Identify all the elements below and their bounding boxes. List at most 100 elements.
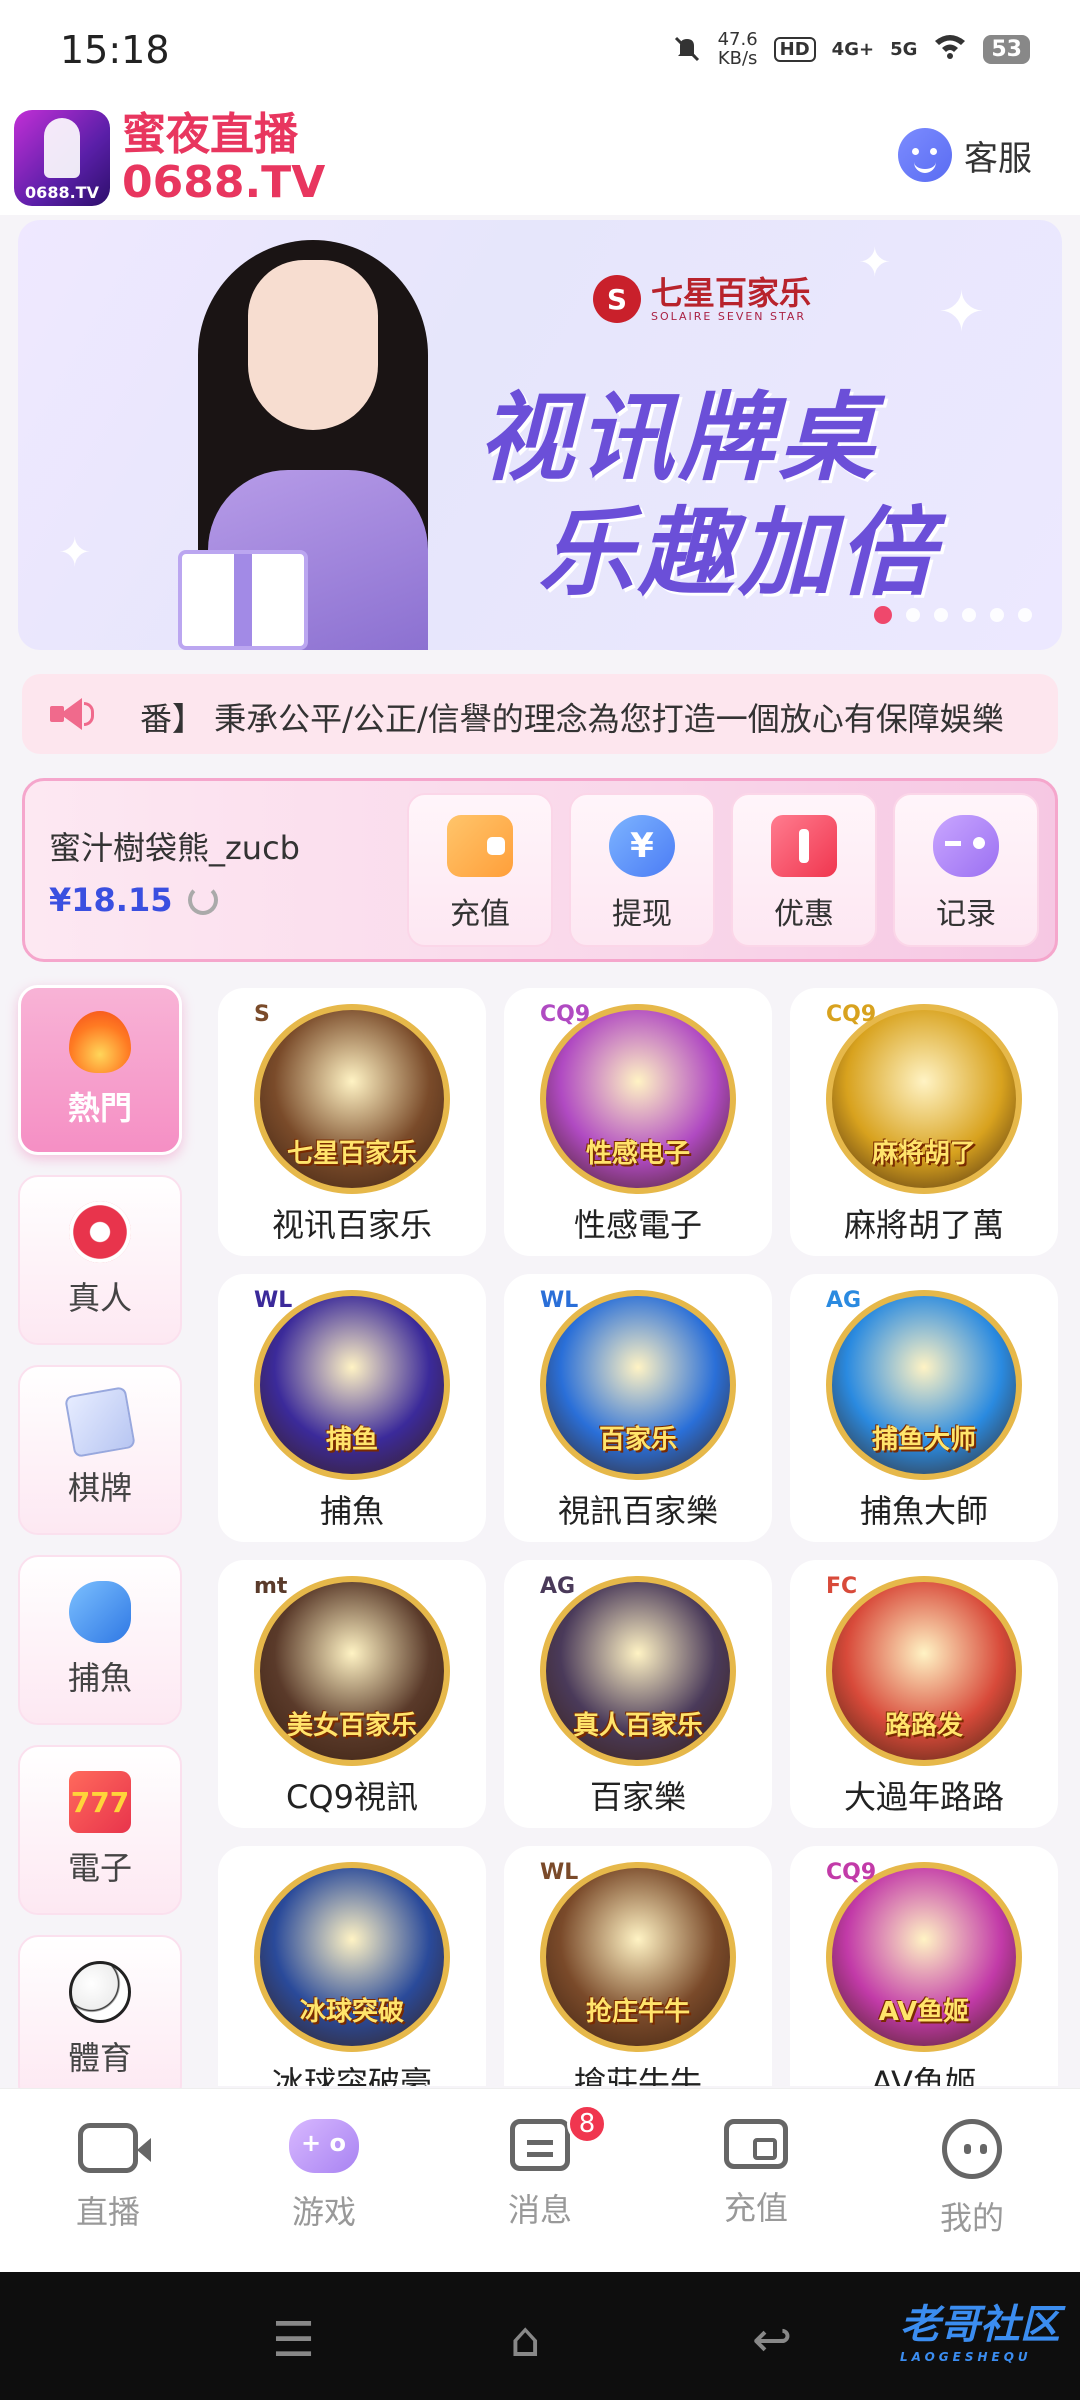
category-label: 體育 <box>67 2039 132 2077</box>
carousel-dot[interactable] <box>874 606 892 624</box>
game-tile[interactable]: 性感电子 CQ9 性感電子 <box>504 988 772 1256</box>
game-art: 七星百家乐 <box>254 1004 450 1194</box>
promotions-label: 优惠 <box>774 897 834 932</box>
provider-badge: WL <box>540 1288 579 1313</box>
network-speed-value: 47.6 <box>717 29 758 50</box>
game-name: 麻將胡了萬 <box>843 1206 1004 1244</box>
tab-profile[interactable]: 我的 <box>902 2119 1042 2239</box>
back-icon[interactable]: ↩ <box>752 2312 792 2368</box>
records-button[interactable]: 记录 <box>893 793 1039 947</box>
game-art-title: 路路发 <box>884 1711 963 1741</box>
game-tile[interactable]: 捕鱼大师 AG 捕魚大師 <box>790 1274 1058 1542</box>
game-art: 捕鱼大师 <box>826 1290 1022 1480</box>
yen-coin-icon: ¥ <box>609 815 675 877</box>
refresh-icon[interactable] <box>188 885 219 915</box>
game-name: 视讯百家乐 <box>271 1206 432 1244</box>
sparkle-icon: ✦ <box>938 280 985 345</box>
wallet-icon <box>724 2119 788 2169</box>
game-name: 百家樂 <box>589 1778 686 1816</box>
game-art-title: 百家乐 <box>598 1425 677 1455</box>
fire-icon <box>69 1011 131 1073</box>
game-art-title: 七星百家乐 <box>286 1139 417 1169</box>
wifi-icon <box>933 33 967 65</box>
provider-badge: AG <box>540 1574 576 1599</box>
balance-value: ¥18.15 <box>49 881 173 919</box>
status-bar: 15:18 47.6 KB/s HD 4G+ 5G 53 <box>0 0 1080 100</box>
carousel-dot[interactable] <box>1018 608 1032 622</box>
home-icon[interactable]: ⌂ <box>510 2312 540 2368</box>
game-art-title: 捕鱼 <box>325 1425 378 1455</box>
category-slots[interactable]: 777 電子 <box>18 1745 182 1915</box>
logo-silhouette-icon <box>44 118 80 178</box>
game-tile[interactable]: 路路发 FC 大過年路路 <box>790 1560 1058 1828</box>
slot-777-icon: 777 <box>69 1771 131 1833</box>
carousel-dot[interactable] <box>990 608 1004 622</box>
watermark-sub: LAOGESHEQU <box>900 2350 1032 2364</box>
game-art-title: 捕鱼大师 <box>871 1425 976 1455</box>
game-grid: 七星百家乐 S 视讯百家乐 性感电子 CQ9 性感電子 麻将胡了 CQ9 麻將胡… <box>218 988 1058 2086</box>
tab-messages[interactable]: 8 消息 <box>470 2104 610 2231</box>
sparkle-icon: ✦ <box>858 240 892 286</box>
brand-name: 七星百家乐 <box>651 273 812 312</box>
network-speed: 47.6 KB/s <box>718 30 758 68</box>
carousel-dot[interactable] <box>934 608 948 622</box>
promotions-button[interactable]: 优惠 <box>731 793 877 947</box>
customer-service-label: 客服 <box>964 138 1032 179</box>
customer-service-button[interactable]: 客服 <box>898 128 1032 182</box>
tab-games[interactable]: 游戏 <box>254 2119 394 2233</box>
tab-live[interactable]: 直播 <box>38 2119 178 2233</box>
game-name: CQ9視訊 <box>286 1778 418 1816</box>
carousel-dots[interactable] <box>874 606 1032 624</box>
game-art-title: 真人百家乐 <box>572 1711 703 1741</box>
announcement-marquee[interactable]: 番】 秉承公平/公正/信譽的理念為您打造一個放心有保障娛樂 <box>22 674 1058 754</box>
message-icon: 8 <box>510 2104 607 2171</box>
balance: ¥18.15 <box>49 881 219 919</box>
status-indicators: 47.6 KB/s HD 4G+ 5G 53 <box>672 30 1030 68</box>
tab-recharge[interactable]: 充值 <box>686 2119 826 2229</box>
game-tile[interactable]: 抢庄牛牛 WL 搶莊牛牛 <box>504 1846 772 2086</box>
gamepad-icon <box>933 815 999 877</box>
category-label: 電子 <box>67 1849 132 1887</box>
withdraw-button[interactable]: ¥ 提现 <box>569 793 715 947</box>
game-art: 麻将胡了 <box>826 1004 1022 1194</box>
recharge-label: 充值 <box>450 897 510 932</box>
game-tile[interactable]: AV鱼姬 CQ9 AV魚姬 <box>790 1846 1058 2086</box>
game-tile[interactable]: 捕鱼 WL 捕魚 <box>218 1274 486 1542</box>
sparkle-icon: ✦ <box>58 530 92 576</box>
game-tile[interactable]: 麻将胡了 CQ9 麻將胡了萬 <box>790 988 1058 1256</box>
game-art: 路路发 <box>826 1576 1022 1766</box>
game-tile[interactable]: 美女百家乐 mt CQ9視訊 <box>218 1560 486 1828</box>
tab-label: 直播 <box>75 2193 140 2231</box>
username: 蜜汁樹袋熊_zucb <box>49 829 300 867</box>
announcement-text: 番】 秉承公平/公正/信譽的理念為您打造一個放心有保障娛樂 <box>140 700 1004 738</box>
game-tile[interactable]: 真人百家乐 AG 百家樂 <box>504 1560 772 1828</box>
game-art-title: 抢庄牛牛 <box>585 1997 690 2027</box>
game-name: 大過年路路 <box>843 1778 1004 1816</box>
banner-headline-2: 乐趣加倍 <box>538 497 938 609</box>
promo-banner[interactable]: ✦ ✦ ✦ S 七星百家乐 SOLAIRE SEVEN STAR 视讯牌桌 乐趣… <box>18 220 1062 650</box>
game-tile[interactable]: 七星百家乐 S 视讯百家乐 <box>218 988 486 1256</box>
gift-box-icon <box>178 550 308 650</box>
category-cards[interactable]: 棋牌 <box>18 1365 182 1535</box>
category-fishing[interactable]: 捕魚 <box>18 1555 182 1725</box>
menu-icon[interactable]: ☰ <box>272 2312 315 2368</box>
category-hot[interactable]: 熱門 <box>18 985 182 1155</box>
shark-icon <box>69 1581 131 1643</box>
provider-badge: AG <box>826 1288 862 1313</box>
provider-badge: CQ9 <box>826 1860 877 1885</box>
carousel-dot[interactable] <box>962 608 976 622</box>
wallet-icon <box>447 815 513 877</box>
recharge-button[interactable]: 充值 <box>407 793 553 947</box>
tab-label: 充值 <box>723 2189 788 2227</box>
game-tile[interactable]: 冰球突破 冰球突破豪 <box>218 1846 486 2086</box>
category-sports[interactable]: 體育 <box>18 1935 182 2105</box>
carousel-dot[interactable] <box>906 608 920 622</box>
game-name: 捕魚 <box>319 1492 384 1530</box>
provider-badge: S <box>254 1002 270 1027</box>
game-art: 美女百家乐 <box>254 1576 450 1766</box>
category-live[interactable]: 真人 <box>18 1175 182 1345</box>
game-art: 性感电子 <box>540 1004 736 1194</box>
tv-icon <box>78 2123 151 2173</box>
signal-4g-icon: 4G+ <box>831 38 875 60</box>
game-tile[interactable]: 百家乐 WL 視訊百家樂 <box>504 1274 772 1542</box>
